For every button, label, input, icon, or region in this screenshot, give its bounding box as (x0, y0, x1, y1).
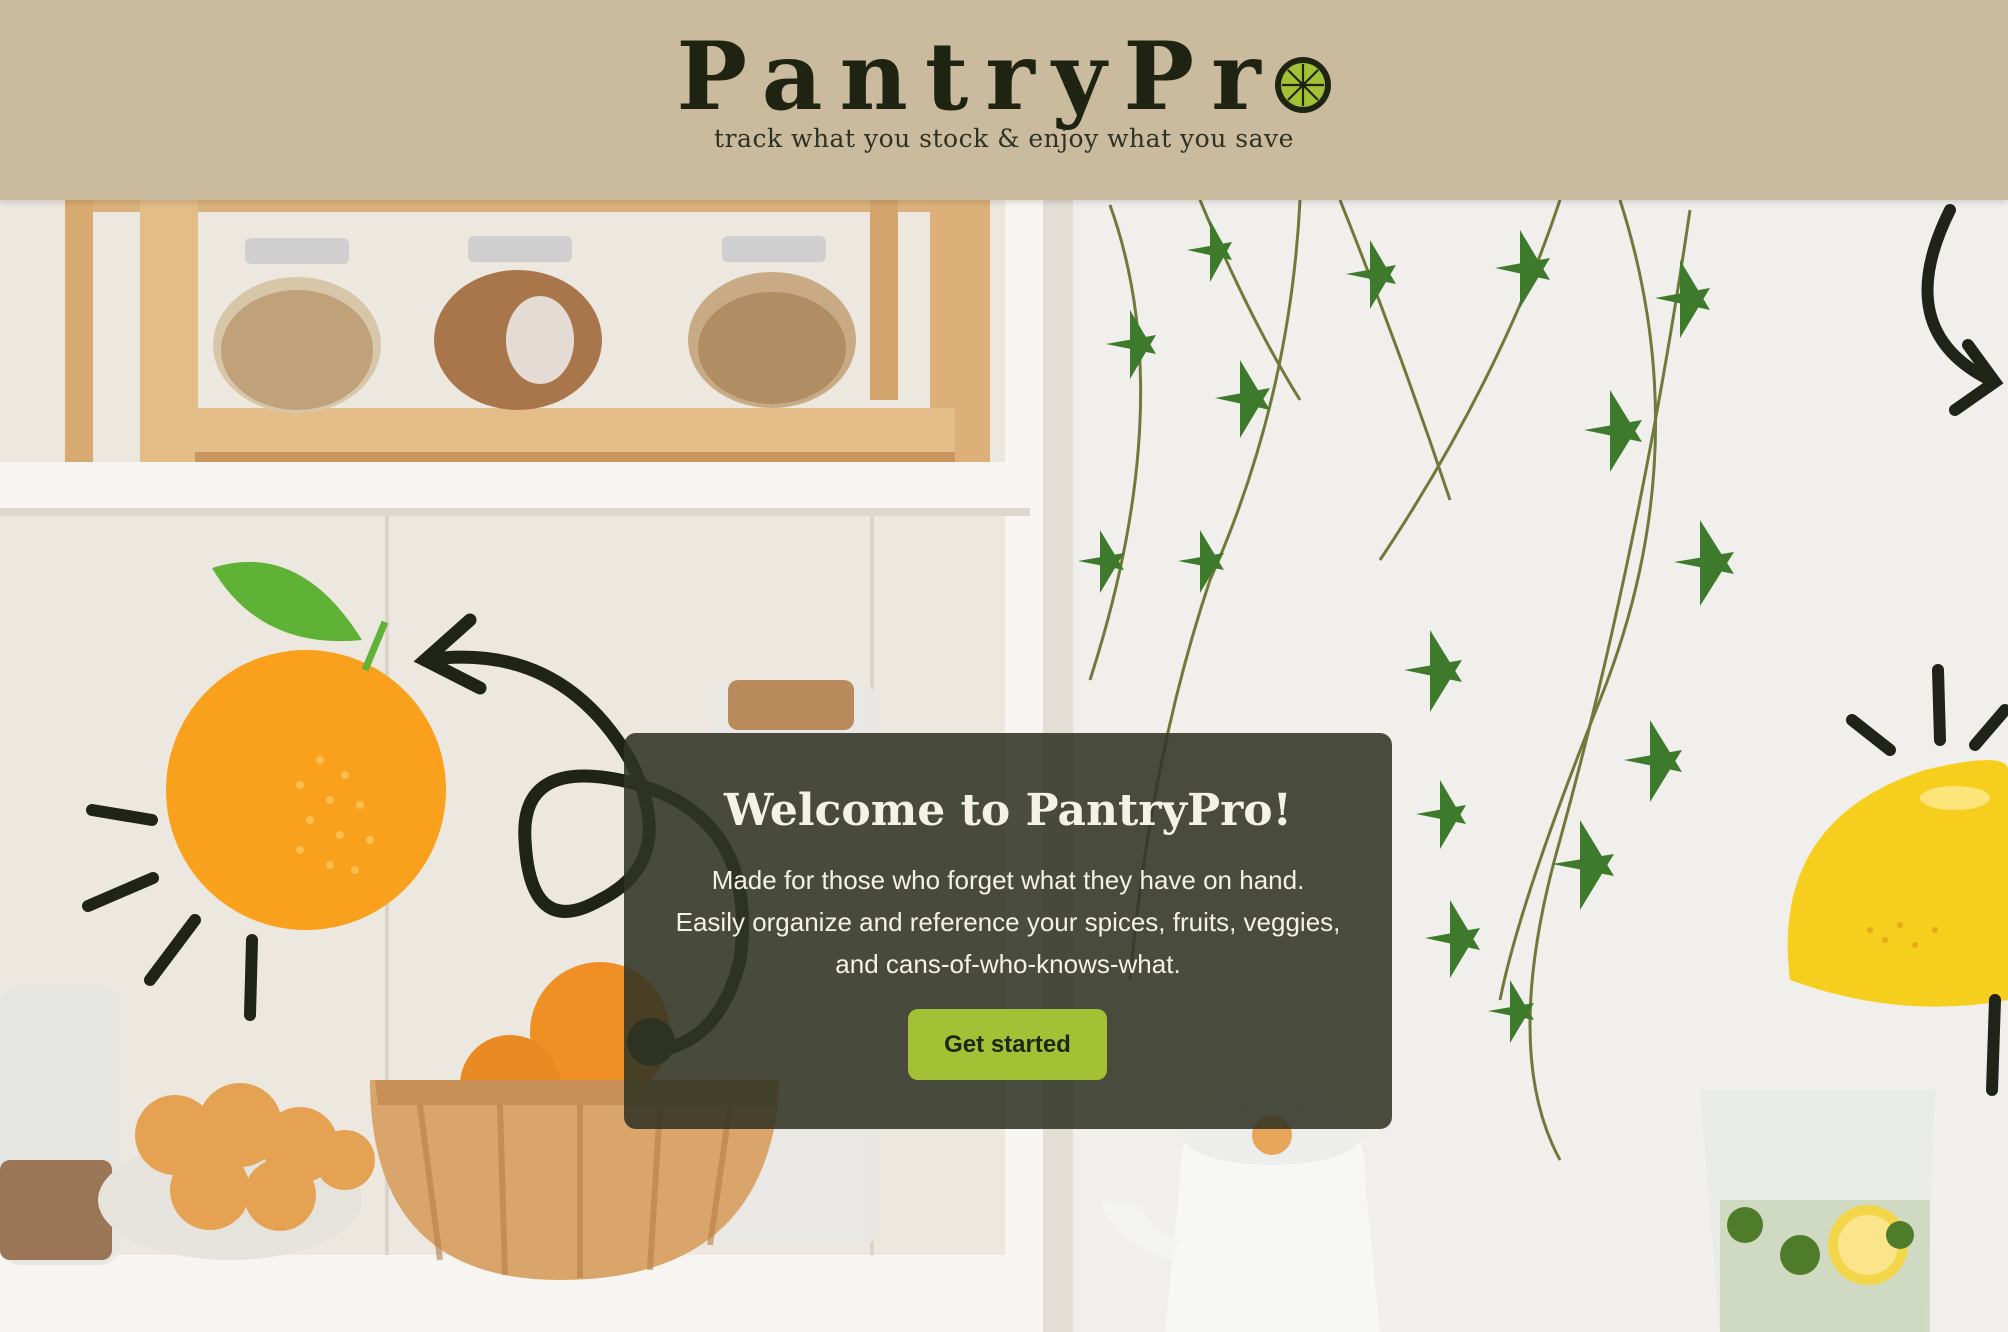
site-header: PantryPr track what you stock & enjoy wh… (0, 0, 2008, 200)
hero-section: Welcome to PantryPro! Made for those who… (0, 200, 2008, 1332)
logo[interactable]: PantryPr (0, 22, 2008, 132)
logo-text: PantryPr (676, 22, 1278, 132)
welcome-description: Made for those who forget what they have… (675, 865, 1341, 979)
get-started-button[interactable]: Get started (908, 1009, 1107, 1080)
welcome-title: Welcome to PantryPro! (724, 785, 1292, 836)
tagline: track what you stock & enjoy what you sa… (714, 124, 1294, 153)
lime-slice-icon (1274, 57, 1331, 113)
welcome-card: Welcome to PantryPro! Made for those who… (624, 733, 1392, 1129)
